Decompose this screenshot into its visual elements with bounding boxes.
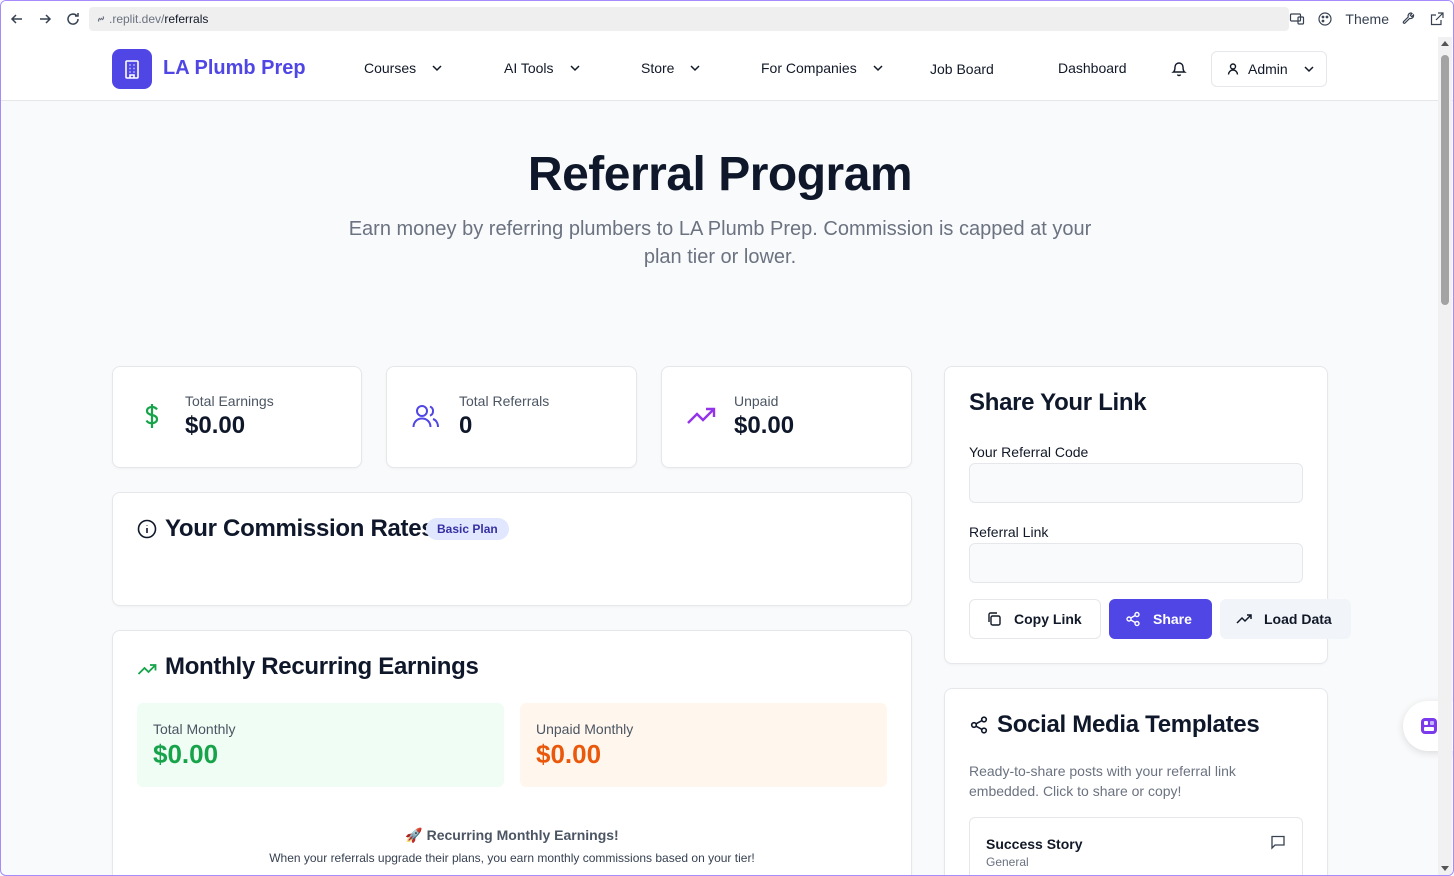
nav-store[interactable]: Store bbox=[641, 60, 702, 76]
stat-card-total-earnings: Total Earnings $0.00 bbox=[112, 366, 362, 468]
nav-for-companies-label: For Companies bbox=[761, 60, 857, 76]
nav-for-companies[interactable]: For Companies bbox=[761, 60, 885, 76]
logo[interactable] bbox=[112, 49, 152, 89]
copy-link-label: Copy Link bbox=[1014, 611, 1082, 627]
nav-dashboard-label: Dashboard bbox=[1058, 60, 1127, 76]
back-icon[interactable] bbox=[3, 5, 31, 33]
unpaid-monthly-box: Unpaid Monthly $0.00 bbox=[520, 703, 887, 787]
plan-badge: Basic Plan bbox=[426, 518, 509, 540]
nav-courses-label: Courses bbox=[364, 60, 417, 76]
reload-icon[interactable] bbox=[59, 5, 87, 33]
stat-value: $0.00 bbox=[734, 412, 795, 439]
brand-name[interactable]: LA Plumb Prep bbox=[163, 57, 306, 80]
chevron-down-icon bbox=[1304, 66, 1314, 73]
chevron-down-icon bbox=[432, 65, 442, 72]
scroll-up-icon[interactable] bbox=[1441, 41, 1449, 46]
forward-icon[interactable] bbox=[31, 5, 59, 33]
template-title: Success Story bbox=[986, 836, 1083, 852]
social-templates-description: Ready-to-share posts with your referral … bbox=[969, 763, 1236, 799]
rocket-icon: 🚀 bbox=[405, 827, 423, 843]
wrench-icon[interactable] bbox=[1401, 11, 1417, 27]
social-templates-title: Social Media Templates bbox=[997, 711, 1260, 738]
referral-code-label: Your Referral Code bbox=[969, 444, 1089, 460]
assistant-icon bbox=[1421, 718, 1437, 734]
url-host: .replit.dev/ bbox=[109, 12, 165, 26]
page-title: Referral Program bbox=[527, 148, 913, 201]
nav-job-board-label: Job Board bbox=[930, 61, 994, 77]
address-bar[interactable]: .replit.dev/referrals bbox=[89, 7, 1289, 31]
user-menu-label: Admin bbox=[1248, 61, 1288, 77]
user-icon bbox=[1227, 63, 1239, 75]
dollar-icon bbox=[145, 404, 159, 428]
chevron-down-icon bbox=[873, 65, 883, 72]
message-square-icon[interactable] bbox=[1270, 834, 1286, 850]
total-monthly-box: Total Monthly $0.00 bbox=[137, 703, 504, 787]
copy-icon bbox=[988, 612, 1001, 626]
recurring-title: 🚀 Recurring Monthly Earnings! bbox=[113, 827, 911, 844]
stat-card-total-referrals: Total Referrals 0 bbox=[386, 366, 637, 468]
browser-actions: Theme bbox=[1289, 1, 1445, 37]
app-header: LA Plumb Prep Courses AI Tools Store For… bbox=[1, 37, 1453, 101]
trending-up-icon bbox=[1236, 614, 1252, 624]
stat-card-unpaid: Unpaid $0.00 bbox=[661, 366, 912, 468]
trending-up-icon bbox=[137, 664, 157, 675]
commission-rates-card: Your Commission Rates Basic Plan bbox=[112, 492, 912, 606]
share-label: Share bbox=[1153, 611, 1192, 627]
copy-link-button[interactable]: Copy Link bbox=[969, 599, 1101, 639]
theme-label[interactable]: Theme bbox=[1345, 11, 1389, 27]
link-icon bbox=[97, 16, 105, 22]
stat-label: Total Earnings bbox=[185, 393, 274, 409]
nav-courses[interactable]: Courses bbox=[364, 60, 444, 76]
building-icon bbox=[125, 60, 139, 79]
external-link-icon[interactable] bbox=[1429, 11, 1445, 27]
share-icon bbox=[970, 716, 988, 734]
scroll-thumb[interactable] bbox=[1441, 55, 1449, 305]
devices-icon[interactable] bbox=[1289, 11, 1305, 27]
browser-toolbar: .replit.dev/referrals Theme bbox=[1, 1, 1453, 37]
trending-up-icon bbox=[687, 407, 716, 424]
bell-icon[interactable] bbox=[1170, 60, 1188, 78]
monthly-earnings-title: Monthly Recurring Earnings bbox=[165, 653, 479, 680]
template-category: General bbox=[986, 855, 1029, 869]
stat-value: 0 bbox=[459, 412, 473, 439]
info-icon bbox=[137, 519, 157, 539]
unpaid-monthly-label: Unpaid Monthly bbox=[536, 721, 634, 737]
page-scrollbar[interactable] bbox=[1438, 37, 1452, 875]
load-data-label: Load Data bbox=[1264, 611, 1332, 627]
share-icon bbox=[1126, 611, 1140, 627]
template-item[interactable]: Success Story General bbox=[969, 817, 1303, 875]
monthly-earnings-card: Monthly Recurring Earnings Total Monthly… bbox=[112, 630, 912, 875]
users-icon bbox=[412, 405, 439, 428]
stat-label: Unpaid bbox=[734, 393, 779, 409]
share-link-title: Share Your Link bbox=[969, 389, 1147, 416]
referral-link-field[interactable] bbox=[969, 543, 1303, 583]
nav-store-label: Store bbox=[641, 60, 675, 76]
share-button[interactable]: Share bbox=[1109, 599, 1212, 639]
referral-code-field[interactable] bbox=[969, 463, 1303, 503]
palette-icon[interactable] bbox=[1317, 11, 1333, 27]
stat-value: $0.00 bbox=[185, 412, 246, 439]
page-subtitle: Earn money by referring plumbers to LA P… bbox=[348, 218, 1092, 268]
nav-job-board[interactable]: Job Board bbox=[930, 61, 994, 77]
chevron-down-icon bbox=[570, 65, 580, 72]
referral-link-label: Referral Link bbox=[969, 524, 1049, 540]
recurring-subtitle: When your referrals upgrade their plans,… bbox=[269, 851, 755, 865]
total-monthly-value: $0.00 bbox=[153, 739, 219, 769]
url-path: referrals bbox=[164, 12, 209, 26]
scroll-down-icon[interactable] bbox=[1441, 866, 1449, 871]
nav-ai-tools[interactable]: AI Tools bbox=[504, 60, 582, 76]
commission-rates-title: Your Commission Rates bbox=[165, 515, 435, 542]
total-monthly-label: Total Monthly bbox=[153, 721, 236, 737]
unpaid-monthly-value: $0.00 bbox=[536, 739, 602, 769]
share-link-card: Share Your Link Your Referral Code Refer… bbox=[944, 366, 1351, 664]
chevron-down-icon bbox=[690, 65, 700, 72]
recurring-title-text: Recurring Monthly Earnings! bbox=[426, 827, 619, 843]
browser-window: .replit.dev/referrals Theme LA Plumb Pre… bbox=[0, 0, 1454, 876]
nav-dashboard[interactable]: Dashboard bbox=[1058, 60, 1127, 76]
stat-label: Total Referrals bbox=[459, 393, 550, 409]
nav-ai-tools-label: AI Tools bbox=[504, 60, 554, 76]
load-data-button[interactable]: Load Data bbox=[1220, 599, 1351, 639]
social-templates-card: Social Media Templates Ready-to-share po… bbox=[944, 688, 1328, 875]
user-menu-button[interactable]: Admin bbox=[1211, 51, 1327, 87]
